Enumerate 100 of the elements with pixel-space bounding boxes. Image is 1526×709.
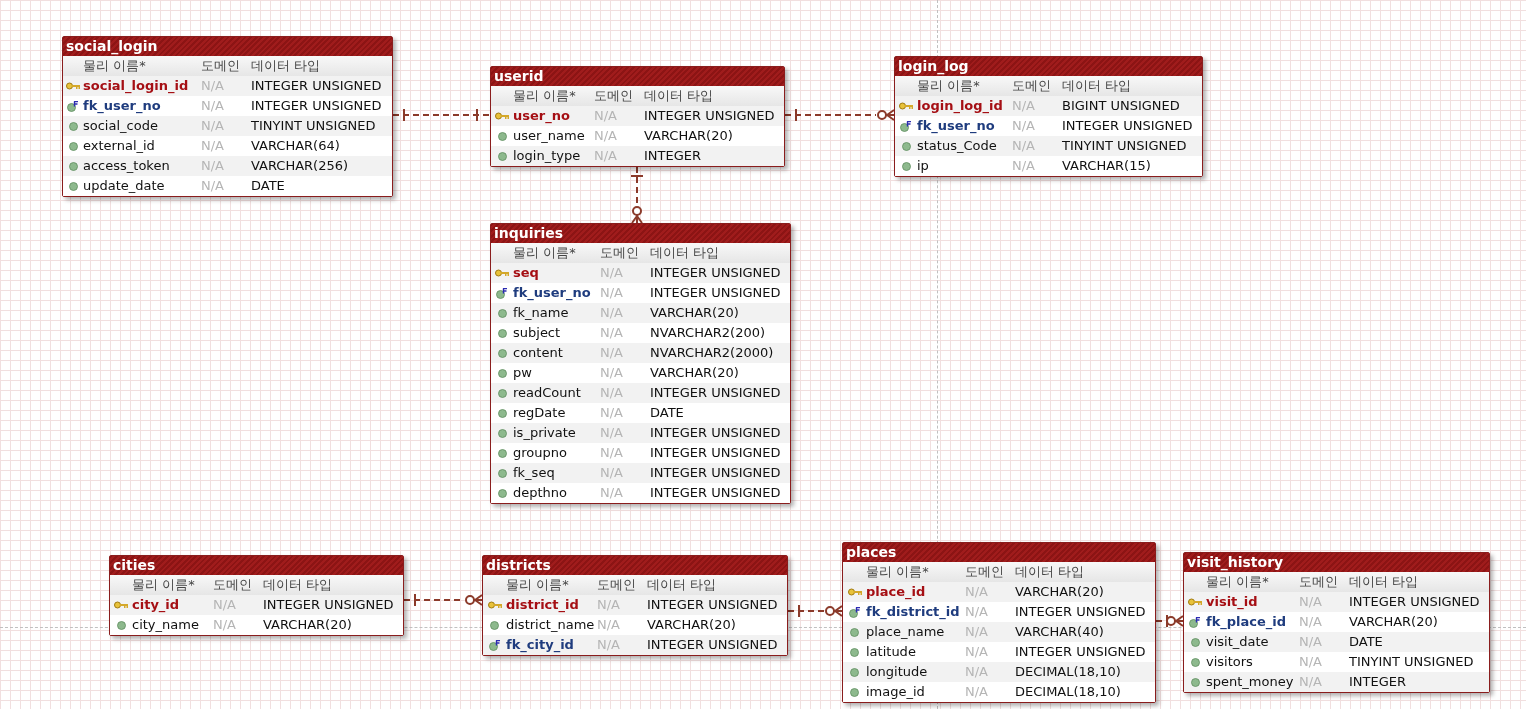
column-name: access_token	[83, 157, 171, 175]
domain-cell-text: N/A	[600, 404, 624, 422]
column-dot-icon	[1190, 657, 1200, 667]
data-type-cell-text: DECIMAL(18,10)	[1015, 683, 1122, 701]
column-header: 도메인	[213, 576, 253, 594]
domain-cell-text: N/A	[965, 683, 989, 701]
table-title: cities	[110, 556, 403, 575]
domain-cell-text: N/A	[1012, 157, 1036, 175]
column-header: 물리 이름*	[513, 87, 577, 105]
table-title: userid	[491, 67, 784, 86]
key-icon	[847, 588, 862, 596]
column-dot-icon	[497, 488, 507, 498]
table-title: places	[843, 543, 1155, 562]
domain-cell-text: N/A	[597, 636, 621, 654]
column-header: 물리 이름*	[917, 77, 981, 95]
domain-cell-text: N/A	[600, 384, 624, 402]
column-dot-icon	[497, 468, 507, 478]
entity-table[interactable]	[62, 36, 393, 197]
table-title: login_log	[895, 57, 1202, 76]
entity-table[interactable]: cities 물리 이름* 도메인 데이터 타입 city_id N/A INTEGER UNSIGNED city_name N/A VARCHAR(20)	[109, 555, 404, 636]
relationship-line	[630, 166, 644, 224]
column-name: fk_name	[513, 304, 570, 322]
entity-table[interactable]: userid 물리 이름* 도메인 데이터 타입 user_no N/A INTEGER UNSIGNED user_name N/A VARCHAR(20) login_type N/A INTEGER	[490, 66, 785, 167]
domain-cell-text: N/A	[965, 663, 989, 681]
column-dot-icon	[68, 161, 78, 171]
column-name: place_name	[866, 623, 946, 641]
key-icon	[66, 82, 80, 90]
column-name: social_login_id	[83, 77, 190, 96]
relationship-line	[1155, 614, 1184, 628]
column-name: login_log_id	[917, 97, 1004, 116]
column-header: 도메인	[201, 57, 241, 75]
column-name: social_code	[83, 117, 159, 135]
column-header: 물리 이름*	[1206, 573, 1270, 591]
domain-cell-text: N/A	[965, 643, 989, 661]
domain-cell-text: N/A	[600, 284, 624, 302]
data-type-cell-text: VARCHAR(40)	[1015, 623, 1105, 641]
column-header: 도메인	[965, 563, 1005, 581]
data-type-cell-text: VARCHAR(20)	[650, 364, 740, 382]
domain-cell-text: N/A	[597, 596, 621, 614]
data-type-cell-text: DATE	[1349, 633, 1384, 651]
data-type-cell-text: TINYINT UNSIGNED	[1349, 653, 1475, 671]
domain-cell-text: N/A	[201, 157, 225, 175]
column-name: fk_user_no	[917, 117, 996, 136]
column-name: is_private	[513, 424, 577, 442]
domain-cell-text: N/A	[965, 623, 989, 641]
data-type-cell-text: VARCHAR(20)	[644, 127, 734, 145]
column-header: 물리 이름*	[506, 576, 570, 594]
domain-cell-text: N/A	[201, 77, 225, 95]
domain-cell-text: N/A	[201, 177, 225, 195]
entity-table[interactable]: login_log 물리 이름* 도메인 데이터 타입 login_log_id N/A BIGINT UNSIGNED fk_user_no N/A INTEGER UNSIGNED status_Code N/A TINYINT UNSIGNED ip N/A VARCHAR(15)	[894, 56, 1203, 177]
data-type-cell-text: INTEGER UNSIGNED	[650, 484, 782, 502]
data-type-cell-text: INTEGER UNSIGNED	[1015, 643, 1147, 661]
column-header: 도메인	[597, 576, 637, 594]
key-icon	[114, 601, 128, 609]
column-dot-icon	[850, 667, 859, 677]
column-header: 데이터 타입	[263, 576, 334, 594]
domain-cell-text: N/A	[1299, 593, 1323, 611]
foreign-key-icon	[67, 100, 79, 112]
entity-table[interactable]: visit_history 물리 이름* 도메인 데이터 타입 visit_id N/A INTEGER UNSIGNED fk_place_id N/A VARCHAR(20) visit_date N/A DATE visitors N/A TINYINT UNSIGNED spent_money N/A INTEGER	[1183, 552, 1490, 693]
data-type-cell-text: VARCHAR(20)	[1015, 583, 1105, 601]
column-header: 데이터 타입	[1015, 563, 1086, 581]
domain-cell-text: N/A	[213, 616, 237, 634]
column-dot-icon	[68, 181, 78, 191]
key-icon	[487, 601, 502, 609]
domain-cell-text: N/A	[201, 117, 225, 135]
domain-cell-text: N/A	[201, 137, 225, 155]
domain-cell-text: N/A	[600, 264, 624, 282]
foreign-key-icon	[900, 120, 912, 132]
column-name: content	[513, 344, 564, 362]
domain-cell-text: N/A	[1012, 117, 1036, 135]
column-name: district_name	[506, 616, 596, 634]
domain-cell-text: N/A	[600, 324, 624, 342]
domain-cell-text: N/A	[213, 596, 237, 614]
column-dot-icon	[850, 627, 859, 637]
column-dot-icon	[850, 687, 859, 697]
entity-table[interactable]: places 물리 이름* 도메인 데이터 타입 place_id N/A VARCHAR(20) fk_district_id N/A INTEGER UNSIGNED place_name N/A VARCHAR(40) latitude N/A INTEGER UNSIGNED longitude N/A DECIMAL(18,10) image_id N/A DECIMAL(18,10)	[842, 542, 1156, 703]
data-type-cell-text: INTEGER UNSIGNED	[251, 97, 383, 115]
data-type-cell-text: INTEGER	[1349, 673, 1408, 691]
data-type-cell-text: INTEGER UNSIGNED	[1015, 603, 1147, 621]
column-name: place_id	[866, 583, 927, 602]
column-name: fk_district_id	[866, 603, 961, 622]
data-type-cell-text: INTEGER	[644, 147, 703, 165]
entity-table[interactable]	[490, 223, 791, 504]
column-header: 물리 이름*	[132, 576, 196, 594]
column-dot-icon	[497, 428, 507, 438]
data-type-cell-text: INTEGER UNSIGNED	[263, 596, 395, 614]
column-header: 데이터 타입	[647, 576, 718, 594]
data-type-cell-text: VARCHAR(20)	[1349, 613, 1439, 631]
column-name: status_Code	[917, 137, 998, 155]
column-name: fk_place_id	[1206, 613, 1288, 632]
column-header: 데이터 타입	[650, 244, 721, 262]
entity-table[interactable]: districts 물리 이름* 도메인 데이터 타입 district_id N/A INTEGER UNSIGNED district_name N/A VARCHAR(20) fk_city_id N/A INTEGER UNSIGNED	[482, 555, 788, 656]
table-title: visit_history	[1184, 553, 1489, 572]
column-name: fk_seq	[513, 464, 556, 482]
column-dot-icon	[1190, 637, 1200, 647]
data-type-cell-text: INTEGER UNSIGNED	[650, 264, 782, 282]
data-type-cell-text: INTEGER UNSIGNED	[650, 424, 782, 442]
column-dot-icon	[850, 647, 859, 657]
data-type-cell-text: NVARCHAR2(200)	[650, 324, 767, 342]
column-header: 물리 이름*	[83, 57, 147, 75]
